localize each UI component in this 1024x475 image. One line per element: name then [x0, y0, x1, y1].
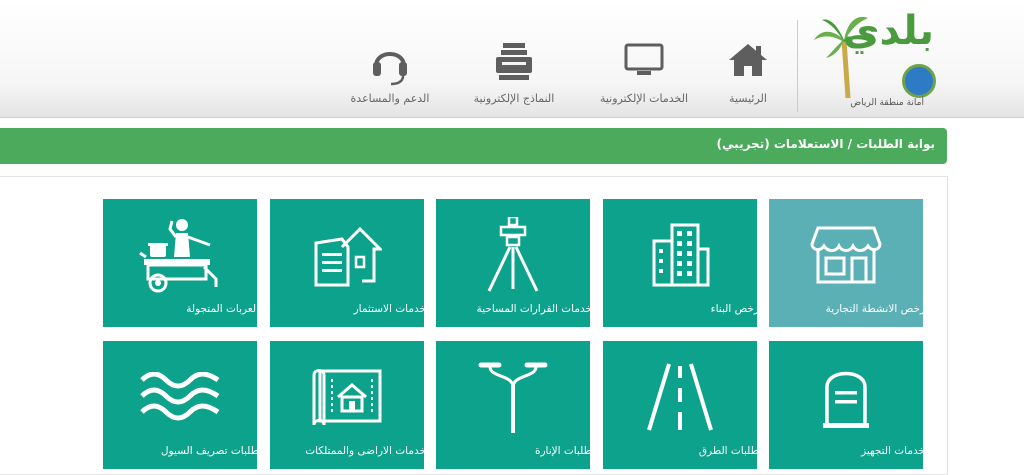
tile-label: خدمات التجهيز	[861, 445, 923, 457]
shop-icon	[810, 226, 882, 284]
tile-label: رخص الانشطة التجارية	[825, 303, 923, 315]
nav-home[interactable]: الرئيسية	[688, 42, 808, 112]
tile-investment-services[interactable]: خدمات الاستثمار	[270, 199, 424, 327]
tile-equipping-services[interactable]: خدمات التجهيز	[769, 341, 923, 469]
tile-building-licenses[interactable]: رخص البناء	[603, 199, 757, 327]
nav-support-label: الدعم والمساعدة	[350, 92, 430, 105]
header: بلدي أمانة منطقة الرياض الرئيسية الخدمات…	[0, 0, 1024, 118]
nav-home-label: الرئيسية	[729, 92, 767, 105]
tile-lighting-requests[interactable]: طلبات الإنارة	[436, 341, 590, 469]
nav-e-services[interactable]: الخدمات الإلكترونية	[584, 42, 704, 112]
nav-support[interactable]: الدعم والمساعدة	[330, 42, 450, 112]
tile-label: طلبات تصريف السيول	[160, 445, 257, 457]
riyadh-seal-icon	[902, 64, 936, 98]
tile-commercial-licenses[interactable]: رخص الانشطة التجارية	[769, 199, 923, 327]
nav-e-forms-label: النماذج الإلكترونية	[473, 92, 555, 105]
waves-icon	[140, 372, 220, 421]
logo-subtitle: أمانة منطقة الرياض	[850, 98, 924, 108]
building-icon	[652, 223, 710, 287]
home-icon	[729, 44, 767, 76]
tombstone-icon	[823, 371, 869, 428]
monitor-icon	[624, 43, 664, 75]
tile-flood-drainage[interactable]: طلبات تصريف السيول	[103, 341, 257, 469]
investment-document-icon	[314, 226, 382, 287]
breadcrumb-bar: بوابة الطلبات / الاستعلامات (تجريبي)	[0, 128, 947, 164]
survey-tripod-icon	[487, 217, 539, 292]
tile-mobile-carts[interactable]: العربات المتجولة	[103, 199, 257, 327]
headset-icon	[373, 52, 407, 86]
page-title: بوابة الطلبات / الاستعلامات (تجريبي)	[716, 137, 935, 151]
tile-road-requests[interactable]: طلبات الطرق	[603, 341, 757, 469]
tile-label: طلبات الطرق	[698, 445, 757, 457]
tile-label: طلبات الإنارة	[534, 445, 590, 457]
tile-label: رخص البناء	[710, 303, 757, 315]
nav-e-forms[interactable]: النماذج الإلكترونية	[454, 42, 574, 112]
tile-label: خدمات الاستثمار	[353, 303, 424, 315]
logo-wordmark: بلدي	[842, 8, 934, 54]
printer-icon	[496, 43, 532, 80]
nav-e-services-label: الخدمات الإلكترونية	[599, 92, 689, 105]
tile-label: العربات المتجولة	[186, 303, 257, 315]
tile-survey-decisions[interactable]: خدمات القرارات المساحية	[436, 199, 590, 327]
tile-label: خدمات الاراضى والممتلكات	[305, 445, 424, 457]
road-icon	[647, 363, 713, 431]
street-lamp-icon	[478, 362, 548, 433]
land-plan-icon	[312, 369, 382, 426]
tile-land-properties[interactable]: خدمات الاراضى والممتلكات	[270, 341, 424, 469]
food-cart-icon	[139, 219, 218, 293]
baladi-logo[interactable]: بلدي أمانة منطقة الرياض	[814, 8, 954, 112]
tile-label: خدمات القرارات المساحية	[476, 303, 590, 315]
